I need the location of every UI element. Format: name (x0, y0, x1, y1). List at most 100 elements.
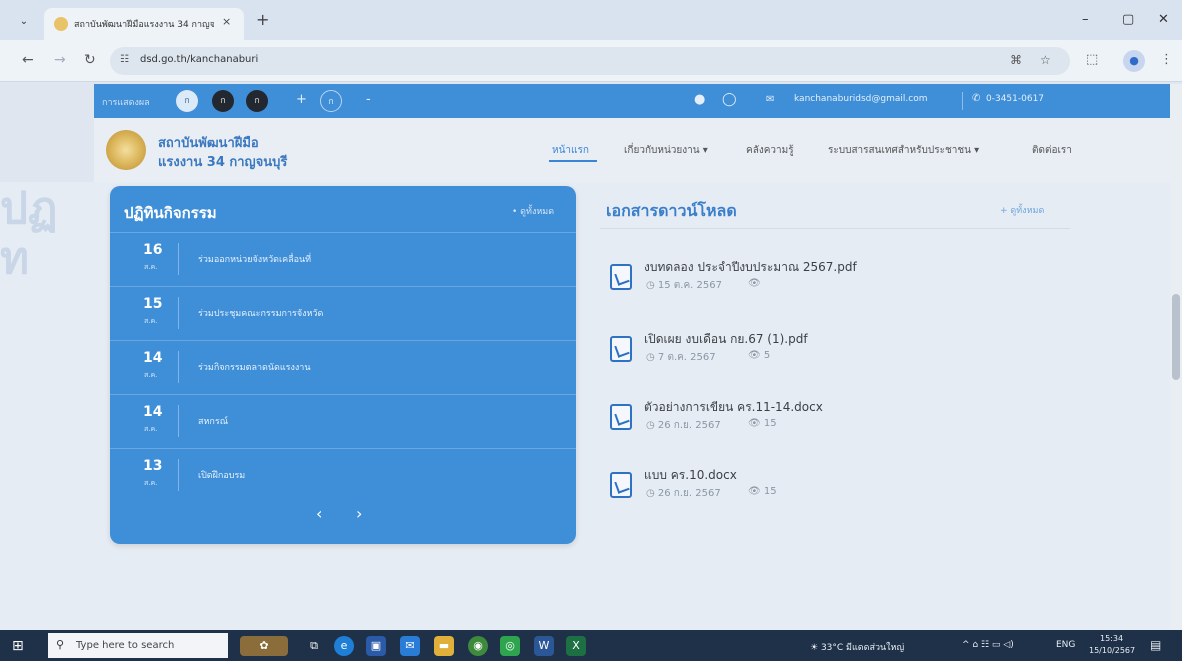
download-file-name[interactable]: เปิดเผย งบเดือน กย.67 (1).pdf (644, 330, 808, 349)
weather-text: 33°C มีแดดส่วนใหญ่ (820, 643, 905, 653)
browser-toolbar: ← → ↻ ☷ dsd.go.th/kanchanaburi ⌘ ☆ ⬚ ● ⋮ (0, 40, 1182, 82)
download-file-name[interactable]: แบบ คร.10.docx (644, 466, 737, 485)
nav-active-indicator (549, 160, 597, 162)
nav-info-system[interactable]: ระบบสารสนเทศสำหรับประชาชน ▾ (828, 143, 979, 158)
activity-text[interactable]: เปิดฝึกอบรม (198, 468, 245, 482)
carousel-next-button[interactable]: › (356, 504, 362, 523)
activity-item[interactable]: 14 ส.ค. ร่วมกิจกรรมตลาดนัดแรงงาน (110, 340, 576, 392)
site-info-icon[interactable]: ☷ (120, 54, 129, 65)
word-icon[interactable]: W (534, 636, 554, 656)
carousel-prev-button[interactable]: ‹ (316, 504, 322, 523)
background-watermark: ปฏท (0, 183, 58, 284)
browser-tab-bar: ⌄ สถาบันพัฒนาฝีมือแรงงาน 34 กาญจ... × + … (0, 0, 1182, 40)
activity-text[interactable]: สหกรณ์ (198, 414, 228, 428)
forward-icon[interactable]: → (54, 52, 66, 68)
nav-knowledge[interactable]: คลังความรู้ (746, 143, 794, 158)
activity-text[interactable]: ร่วมประชุมคณะกรรมการจังหวัด (198, 306, 323, 320)
download-item[interactable]: แบบ คร.10.docx ◷ 26 ก.ย. 2567 👁 15 (606, 466, 1066, 510)
tab-search-button[interactable]: ⌄ (14, 13, 34, 31)
mail-app-icon[interactable]: ✉ (400, 636, 420, 656)
taskbar-search-placeholder[interactable]: Type here to search (76, 640, 174, 651)
activity-item[interactable]: 16 ส.ค. ร่วมออกหน่วยจังหวัดเคลื่อนที่ (110, 232, 576, 284)
activity-month: ส.ค. (144, 479, 158, 487)
activity-text[interactable]: ร่วมออกหน่วยจังหวัดเคลื่อนที่ (198, 252, 311, 266)
download-item[interactable]: งบทดลอง ประจำปีงบประมาณ 2567.pdf ◷ 15 ต.… (606, 258, 1066, 302)
activity-text[interactable]: ร่วมกิจกรรมตลาดนัดแรงงาน (198, 360, 310, 374)
line-icon[interactable]: ◯ (722, 92, 737, 107)
contact-phone[interactable]: 0-3451-0617 (986, 94, 1044, 104)
task-view-icon[interactable]: ⧉ (304, 636, 324, 656)
download-file-name[interactable]: งบทดลอง ประจำปีงบประมาณ 2567.pdf (644, 258, 857, 277)
weather-widget[interactable]: ☀ 33°C มีแดดส่วนใหญ่ (810, 640, 904, 654)
back-icon[interactable]: ← (22, 52, 34, 68)
activity-item[interactable]: 15 ส.ค. ร่วมประชุมคณะกรรมการจังหวัด (110, 286, 576, 338)
org-name-line2[interactable]: แรงงาน 34 กาญจนบุรี (158, 151, 287, 172)
restore-button[interactable]: ▢ (1122, 12, 1134, 27)
menu-kebab-icon[interactable]: ⋮ (1160, 52, 1173, 67)
address-bar[interactable]: ☷ dsd.go.th/kanchanaburi ⌘ ☆ (110, 47, 1070, 75)
reload-icon[interactable]: ↻ (84, 52, 96, 68)
tab-close-button[interactable]: × (222, 15, 231, 28)
contrast-yellow-button[interactable]: ก (246, 90, 268, 112)
url-text[interactable]: dsd.go.th/kanchanaburi (140, 54, 258, 65)
download-file-name[interactable]: ตัวอย่างการเขียน คร.11-14.docx (644, 398, 823, 417)
activity-month: ส.ค. (144, 263, 158, 271)
line-app-icon[interactable]: ◎ (500, 636, 520, 656)
divider (178, 405, 179, 437)
clock-time[interactable]: 15:34 (1100, 634, 1123, 643)
language-indicator[interactable]: ENG (1056, 640, 1075, 650)
dsd-logo-icon[interactable] (106, 130, 146, 170)
activity-view-all-link[interactable]: • ดูทั้งหมด (512, 204, 554, 218)
activity-month: ส.ค. (144, 425, 158, 433)
tray-icons[interactable]: ^ ⌂ ☷ ▭ ◁) (962, 640, 1014, 650)
mail-icon: ✉ (766, 94, 775, 105)
download-date-text: 15 ต.ค. 2567 (657, 280, 722, 291)
clock-date[interactable]: 15/10/2567 (1089, 646, 1135, 655)
divider (962, 92, 963, 110)
close-window-button[interactable]: ✕ (1158, 12, 1169, 27)
activity-day: 13 (143, 458, 163, 474)
profile-avatar-icon[interactable]: ● (1123, 50, 1145, 72)
minimize-button[interactable]: – (1082, 12, 1089, 27)
font-decrease-button[interactable]: - (366, 92, 371, 107)
view-count: 👁 15 (748, 418, 777, 429)
activity-day: 14 (143, 404, 163, 420)
scrollbar-thumb[interactable] (1172, 294, 1180, 380)
bookmark-star-icon[interactable]: ☆ (1040, 53, 1051, 67)
divider (600, 228, 1070, 229)
activity-item[interactable]: 13 ส.ค. เปิดฝึกอบรม (110, 448, 576, 500)
site-top-bar: การแสดงผล ก ก ก + ก - ● ◯ ✉ kanchanaburi… (94, 84, 1170, 118)
file-explorer-icon[interactable]: ▬ (434, 636, 454, 656)
contrast-normal-button[interactable]: ก (176, 90, 198, 112)
downloads-view-all-link[interactable]: + ดูทั้งหมด (1000, 203, 1044, 217)
view-count: 👁 5 (748, 350, 771, 361)
activity-day: 15 (143, 296, 163, 312)
font-reset-button[interactable]: ก (320, 90, 342, 112)
chrome-icon[interactable]: ◉ (468, 636, 488, 656)
nav-about[interactable]: เกี่ยวกับหน่วยงาน ▾ (624, 143, 708, 158)
extensions-icon[interactable]: ⬚ (1086, 52, 1098, 67)
taskbar-search[interactable]: ⚲ Type here to search (48, 633, 228, 658)
translate-icon[interactable]: ⌘ (1010, 53, 1022, 67)
search-highlight-icon[interactable]: ✿ (240, 636, 288, 656)
windows-start-icon[interactable]: ⊞ (12, 638, 24, 654)
nav-home[interactable]: หน้าแรก (552, 143, 589, 158)
download-item[interactable]: ตัวอย่างการเขียน คร.11-14.docx ◷ 26 ก.ย.… (606, 398, 1066, 442)
facebook-icon[interactable]: ● (694, 92, 705, 107)
excel-icon[interactable]: X (566, 636, 586, 656)
search-icon: ⚲ (56, 638, 65, 651)
browser-tab[interactable]: สถาบันพัฒนาฝีมือแรงงาน 34 กาญจ... × (44, 8, 244, 40)
contrast-dark-button[interactable]: ก (212, 90, 234, 112)
notification-icon[interactable]: ▤ (1150, 638, 1161, 652)
edge-icon[interactable]: e (334, 636, 354, 656)
download-item[interactable]: เปิดเผย งบเดือน กย.67 (1).pdf ◷ 7 ต.ค. 2… (606, 330, 1066, 374)
nav-contact[interactable]: ติดต่อเรา (1032, 143, 1072, 158)
activity-item[interactable]: 14 ส.ค. สหกรณ์ (110, 394, 576, 446)
store-icon[interactable]: ▣ (366, 636, 386, 656)
org-name-line1[interactable]: สถาบันพัฒนาฝีมือ (158, 132, 259, 153)
new-tab-button[interactable]: + (256, 10, 269, 29)
contact-email[interactable]: kanchanaburidsd@gmail.com (794, 94, 927, 104)
font-increase-button[interactable]: + (296, 92, 307, 107)
page-scrollbar[interactable] (1170, 84, 1182, 630)
view-count-text: 15 (763, 486, 777, 497)
